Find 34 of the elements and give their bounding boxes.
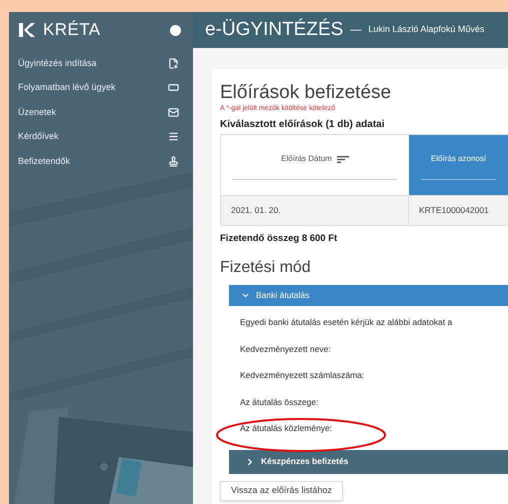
column-label: Előírás azonosí: [430, 153, 486, 165]
column-header[interactable]: Előírás azonosí: [409, 135, 508, 195]
title-separator: —: [350, 22, 362, 38]
page-title: Előírások befizetése: [220, 82, 392, 104]
table-cell: 2021. 01. 20.: [221, 196, 409, 225]
mail-icon: [168, 106, 179, 118]
column-label: Előírás Dátum: [281, 153, 332, 165]
sidebar-item[interactable]: Üzenetek: [9, 100, 193, 124]
sort-icon: [336, 156, 349, 162]
section-title: Fizetési mód: [220, 258, 312, 278]
chevron-right-icon: [245, 456, 255, 467]
brand-name: KRÉTA: [43, 19, 101, 42]
sidebar-item[interactable]: Befizetendők: [9, 149, 193, 174]
stamp-icon: [168, 156, 179, 167]
card-icon: [168, 82, 179, 94]
info-text: Kedvezményezett számlaszáma:: [240, 369, 364, 382]
sidebar-item[interactable]: Ügyintézés indítása: [9, 51, 193, 76]
school-name: Lukin László Alapfokú Művés: [368, 23, 484, 36]
info-text: Az átutalás összege:: [240, 396, 318, 408]
table-cell-text: KRTE1000042001: [418, 204, 490, 218]
section-heading: Kiválasztott előírások (1 db) adatai: [220, 118, 386, 132]
logo-icon: [19, 23, 35, 37]
sidebar-item[interactable]: Folyamatban lévő ügyek: [9, 76, 193, 100]
info-text: Egyedi banki átutalás esetén kérjük az alábbi adatokat a: [240, 316, 452, 329]
menu-icon: [168, 131, 179, 142]
app-title: e-ÜGYINTÉZÉS: [205, 18, 344, 42]
back-button[interactable]: Vissza az előírás listához: [220, 480, 343, 501]
accordion-header[interactable]: Készpénzes befizetés: [229, 450, 508, 474]
info-text: Kedvezményezett neve:: [240, 342, 331, 356]
file-plus-icon: [168, 58, 179, 69]
total-amount: Fizetendő összeg 8 600 Ft: [220, 232, 338, 246]
info-text: Az átutalás közleménye:: [240, 422, 332, 435]
accordion-header[interactable]: Banki átutalás: [229, 285, 508, 306]
sidebar-item[interactable]: Kérdőívek: [9, 124, 193, 149]
